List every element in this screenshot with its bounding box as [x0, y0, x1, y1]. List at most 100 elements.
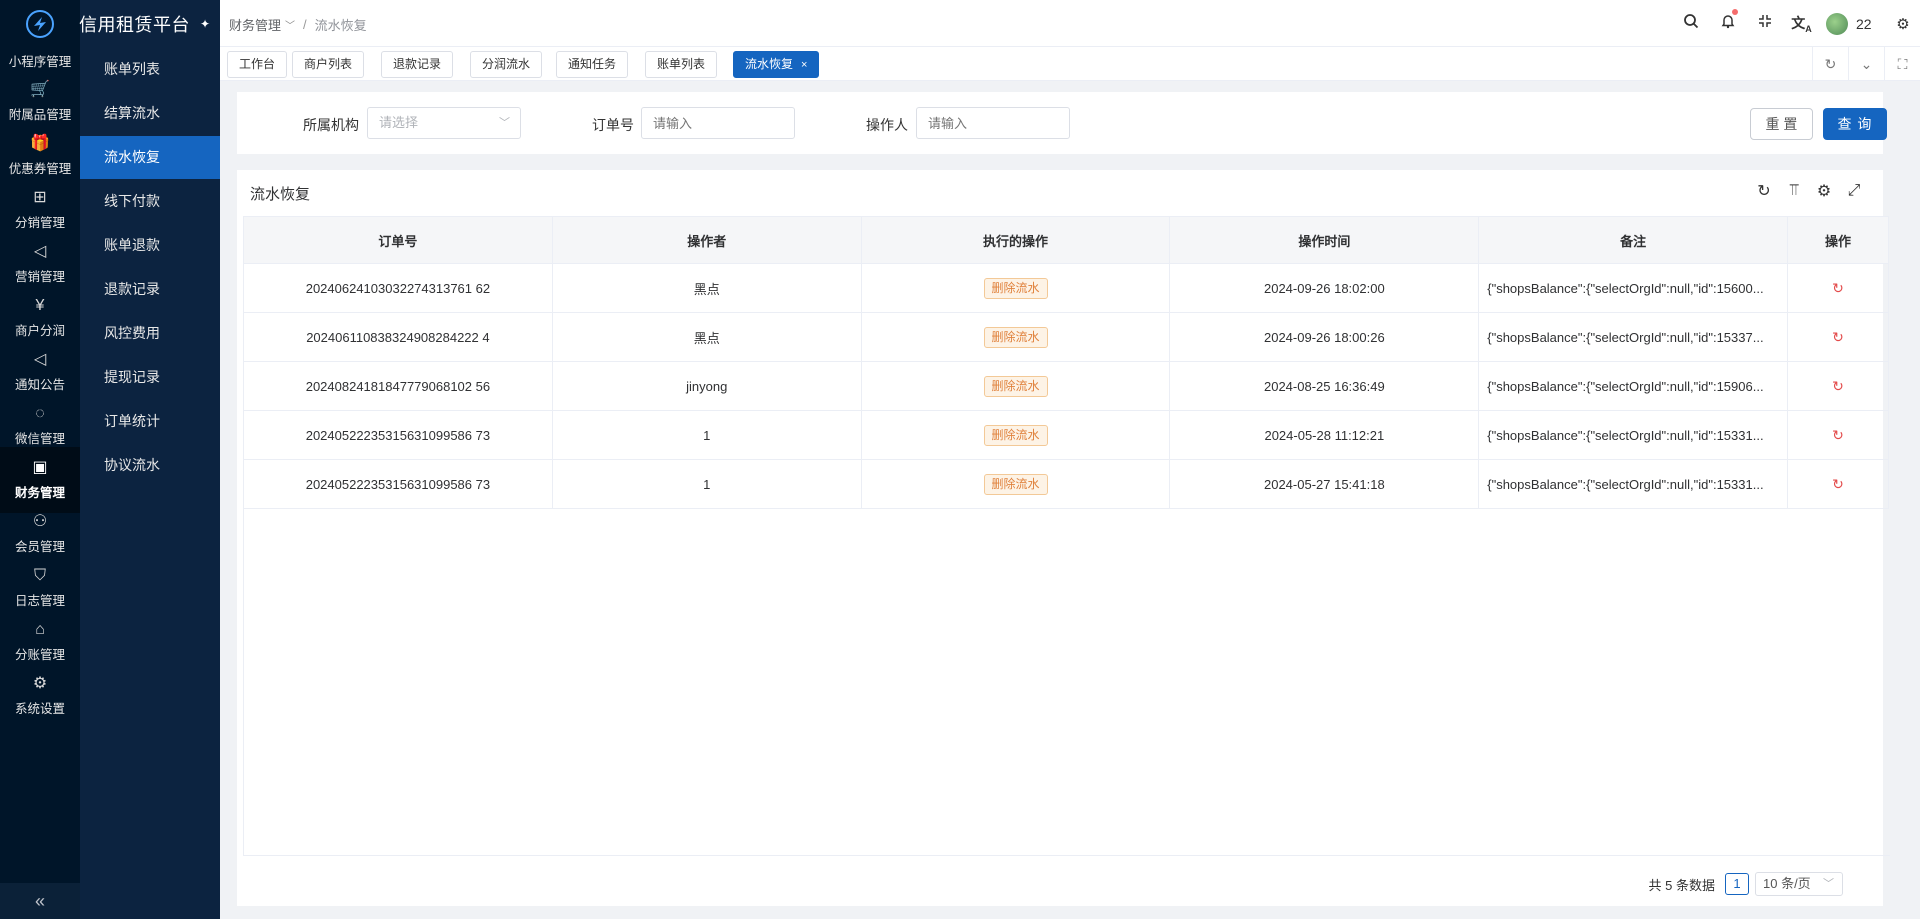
refresh-icon[interactable]: ↻: [1812, 47, 1848, 81]
table-toolbar: ↻ ⫪ ⚙ ⤢: [1749, 178, 1869, 204]
double-chevron-left-icon: «: [34, 890, 45, 911]
page-size-select[interactable]: 10 条/页 ﹀: [1755, 872, 1843, 896]
operation-cell: ↻: [1788, 411, 1889, 459]
table-title: 流水恢复: [250, 186, 311, 203]
column-header: 备注: [1479, 217, 1789, 263]
breadcrumb-separator: /: [303, 17, 307, 32]
tab-item[interactable]: 分润流水: [470, 51, 543, 78]
submenu-item[interactable]: 协议流水: [80, 444, 220, 487]
restore-icon[interactable]: ↻: [1832, 329, 1844, 346]
rail-item-label: 分账管理: [14, 648, 65, 662]
org-select[interactable]: 请选择 ﹀: [367, 107, 521, 139]
operator-cell: 黑点: [553, 313, 862, 361]
restore-icon[interactable]: ↻: [1832, 378, 1844, 395]
note-cell: {"shopsBalance":{"selectOrgId":null,"id"…: [1479, 411, 1789, 459]
rail-item-12[interactable]: ⚙ 系统设置: [0, 663, 80, 729]
time-cell: 2024-05-27 15:41:18: [1170, 460, 1480, 508]
log-shield-icon: ⛉: [33, 567, 46, 584]
submenu-item[interactable]: 账单列表: [80, 48, 220, 91]
operation-cell: ↻: [1788, 362, 1889, 410]
submenu-item[interactable]: 流水恢复: [80, 136, 220, 179]
distribution-icon: ⊞: [33, 189, 47, 206]
pin-icon[interactable]: ✦: [200, 17, 210, 31]
settings-icon[interactable]: ⚙: [1809, 178, 1839, 204]
submenu-item[interactable]: 风控费用: [80, 312, 220, 355]
translate-icon[interactable]: 文A: [1783, 13, 1820, 34]
order-number-cell: 20240824181847779068102 56: [244, 362, 553, 410]
fullscreen-icon[interactable]: [1746, 14, 1783, 33]
submenu-item[interactable]: 提现记录: [80, 356, 220, 399]
maximize-icon[interactable]: ⛶: [1884, 47, 1920, 81]
gear-icon[interactable]: ⚙: [1886, 15, 1920, 33]
bell-icon[interactable]: [1709, 9, 1746, 34]
order-number-cell: 20240624103032274313761 62: [244, 264, 553, 312]
megaphone-icon: ◁: [33, 243, 47, 260]
icon-rail: 小程序管理 🛒 附属品管理 🎁 优惠券管理 ⊞ 分销管理 ◁ 营销管理 ¥ 商户分润 ◁ 通知公告 ◌ 微信…: [0, 0, 80, 919]
query-button[interactable]: 查 询: [1823, 108, 1887, 140]
tab-controls: ↻ ⌄ ⛶: [1812, 47, 1920, 81]
time-cell: 2024-09-26 18:00:26: [1170, 313, 1480, 361]
table-row: 20240522235315631099586 73 1 删除流水 2024-05-2…: [244, 411, 1889, 460]
page-number-button[interactable]: 1: [1725, 873, 1749, 895]
reset-button[interactable]: 重 置: [1750, 108, 1813, 140]
table-empty-area: [244, 510, 1890, 856]
close-icon[interactable]: ×: [801, 59, 807, 71]
tab-label: 通知任务: [568, 57, 617, 71]
action-cell: 删除流水: [862, 313, 1171, 361]
time-cell: 2024-09-26 18:02:00: [1170, 264, 1480, 312]
gift-icon: 🎁: [30, 135, 50, 152]
action-cell: 删除流水: [862, 362, 1171, 410]
fullscreen-icon[interactable]: ⤢: [1839, 178, 1869, 204]
avatar[interactable]: [1826, 12, 1848, 35]
org-label: 所属机构: [303, 117, 359, 133]
time-cell: 2024-08-25 16:36:49: [1170, 362, 1480, 410]
order-number-input[interactable]: [641, 107, 795, 139]
note-cell: {"shopsBalance":{"selectOrgId":null,"id"…: [1479, 264, 1789, 312]
submenu-item[interactable]: 线下付款: [80, 180, 220, 223]
chevron-down-icon[interactable]: ⌄: [1848, 47, 1884, 81]
tab-item[interactable]: 账单列表: [645, 51, 718, 78]
submenu-item[interactable]: 账单退款: [80, 224, 220, 267]
tab-item[interactable]: 流水恢复 ×: [733, 51, 820, 78]
column-header: 操作者: [553, 217, 862, 263]
breadcrumb-parent[interactable]: 财务管理: [229, 15, 281, 34]
user-name[interactable]: 22: [1856, 16, 1886, 32]
search-icon[interactable]: [1672, 13, 1709, 34]
column-header: 操作时间: [1170, 217, 1480, 263]
tab-item[interactable]: 通知任务: [556, 51, 629, 78]
order-number-cell: 20240522235315631099586 73: [244, 411, 553, 459]
table-row: 20240824181847779068102 56 jinyong 删除流水 202…: [244, 362, 1889, 411]
settings-icon: ⚙: [32, 675, 48, 692]
action-tag: 删除流水: [983, 424, 1048, 446]
submenu-item[interactable]: 退款记录: [80, 268, 220, 311]
tabs-bar: 工作台 商户列表 退款记录 分润流水 通知任务 账单列表 流水恢复 × ↻ ⌄ ⛶: [220, 47, 1920, 81]
restore-icon[interactable]: ↻: [1832, 476, 1844, 493]
rail-item-label: 优惠券管理: [8, 162, 72, 176]
density-icon[interactable]: ⫪: [1779, 178, 1809, 204]
refresh-icon[interactable]: ↻: [1749, 178, 1779, 204]
restore-icon[interactable]: ↻: [1832, 280, 1844, 297]
submenu-item[interactable]: 结算流水: [80, 92, 220, 135]
operator-input[interactable]: [916, 107, 1070, 139]
operator-cell: 1: [553, 411, 862, 459]
data-table: 订单号 操作者 执行的操作 操作时间 备注 操作 202406241030322…: [243, 216, 1890, 856]
submenu-item[interactable]: 订单统计: [80, 400, 220, 443]
note-text: {"shopsBalance":{"selectOrgId":null,"id"…: [1487, 476, 1764, 492]
tab-item[interactable]: 退款记录: [381, 51, 454, 78]
table-panel: 流水恢复 ↻ ⫪ ⚙ ⤢ 订单号 操作者 执行的操作 操作时间 备注 操作 20…: [237, 170, 1890, 906]
search-panel: 所属机构 请选择 ﹀ 订单号 操作人 重 置 查 询: [237, 92, 1887, 154]
collapse-sidebar-button[interactable]: «: [0, 883, 80, 919]
chevron-down-icon: ﹀: [499, 117, 510, 129]
restore-icon[interactable]: ↻: [1832, 427, 1844, 444]
tab-item[interactable]: 商户列表: [292, 51, 365, 78]
operation-cell: ↻: [1788, 460, 1889, 508]
rail-item-label: 通知公告: [14, 378, 65, 392]
rail-item-label: 分销管理: [14, 216, 65, 230]
action-tag: 删除流水: [983, 326, 1048, 348]
table-row: 202406110838324908284222 4 黑点 删除流水 2024-09-…: [244, 313, 1889, 362]
operator-label: 操作人: [866, 117, 908, 133]
tab-item[interactable]: 工作台: [227, 51, 288, 78]
finance-icon: ▣: [32, 459, 48, 476]
rail-item-label: 日志管理: [14, 594, 65, 608]
top-header: 财务管理 ﹀ / 流水恢复 文A 22 ⚙: [220, 0, 1920, 47]
